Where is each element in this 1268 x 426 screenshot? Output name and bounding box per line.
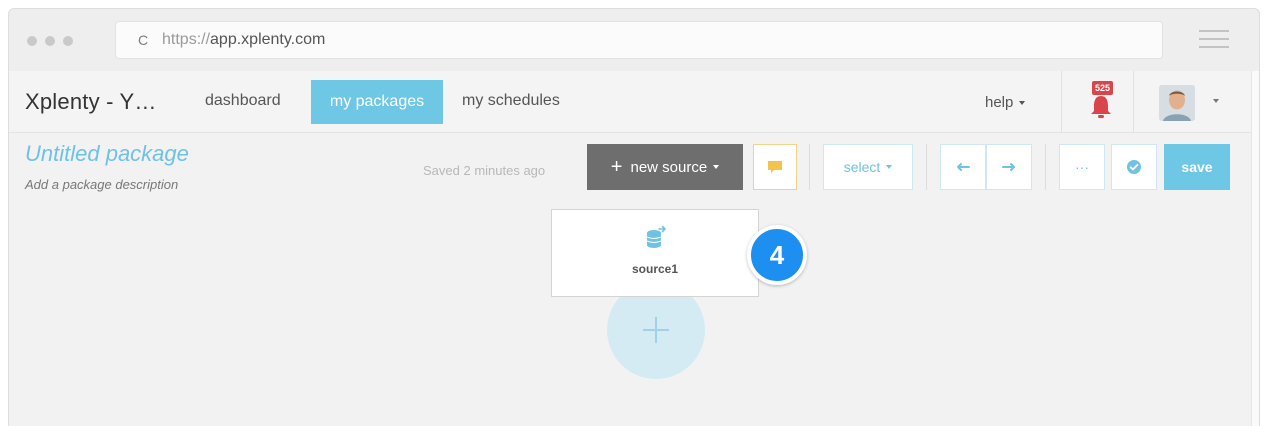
check-circle-icon (1127, 160, 1141, 174)
save-button[interactable]: save (1164, 144, 1230, 190)
chevron-down-icon (713, 165, 720, 169)
window-dot-maximize[interactable] (63, 36, 73, 46)
page-scrollbar[interactable] (1251, 71, 1259, 426)
redo-button[interactable] (986, 144, 1032, 190)
window-dot-close[interactable] (27, 36, 37, 46)
url-text: https://app.xplenty.com (162, 31, 325, 49)
nav-dashboard[interactable]: dashboard (205, 92, 281, 110)
chevron-down-icon (886, 165, 893, 169)
new-source-button[interactable]: + new source (587, 144, 743, 190)
notification-badge[interactable]: 525 (1092, 81, 1114, 95)
address-bar[interactable]: C https://app.xplenty.com (115, 21, 1163, 59)
reload-icon[interactable]: C (138, 32, 152, 48)
nav-divider (1133, 71, 1134, 133)
saved-status: Saved 2 minutes ago (423, 163, 546, 178)
browser-chrome: C https://app.xplenty.com (9, 9, 1259, 71)
package-title-input[interactable]: Untitled package (25, 141, 189, 167)
bell-icon[interactable] (1086, 91, 1116, 121)
note-icon (768, 161, 782, 173)
url-protocol: https:// (162, 31, 211, 48)
step-number-badge: 4 (747, 225, 807, 285)
source-component-node[interactable]: source1 (551, 209, 759, 297)
chevron-down-icon (1019, 101, 1026, 106)
new-source-label: new source (630, 158, 708, 176)
nav-my-packages[interactable]: my packages (311, 80, 443, 124)
plus-icon: + (610, 156, 623, 178)
chevron-down-icon[interactable] (1213, 99, 1219, 103)
select-button[interactable]: select (823, 144, 913, 190)
more-options-button[interactable]: ··· (1059, 144, 1105, 190)
package-description-input[interactable]: Add a package description (25, 177, 178, 192)
toolbar-divider (809, 144, 810, 190)
database-source-icon (646, 226, 666, 248)
more-label: ··· (1075, 159, 1089, 175)
undo-button[interactable] (940, 144, 986, 190)
select-label: select (843, 159, 881, 175)
avatar[interactable] (1159, 85, 1195, 121)
avatar-image (1159, 85, 1195, 121)
plus-icon (643, 317, 669, 343)
note-button[interactable] (753, 144, 797, 190)
validate-button[interactable] (1111, 144, 1157, 190)
redo-icon (1002, 163, 1015, 171)
toolbar-divider (926, 144, 927, 190)
node-label: source1 (631, 262, 679, 276)
top-navbar: Xplenty - Y… dashboard my packages my sc… (9, 71, 1253, 133)
url-host: app.xplenty.com (210, 31, 326, 48)
window-dot-minimize[interactable] (45, 36, 55, 46)
browser-window: C https://app.xplenty.com Xplenty - Y… d… (8, 8, 1260, 426)
nav-divider (1061, 71, 1062, 133)
toolbar-divider (1045, 144, 1046, 190)
brand-title[interactable]: Xplenty - Y… (25, 89, 157, 115)
hamburger-menu-icon[interactable] (1199, 30, 1229, 50)
nav-my-schedules[interactable]: my schedules (462, 92, 560, 110)
app-area: Xplenty - Y… dashboard my packages my sc… (9, 71, 1253, 426)
help-menu[interactable]: help (985, 94, 1026, 111)
help-label: help (985, 94, 1014, 111)
undo-icon (957, 163, 970, 171)
